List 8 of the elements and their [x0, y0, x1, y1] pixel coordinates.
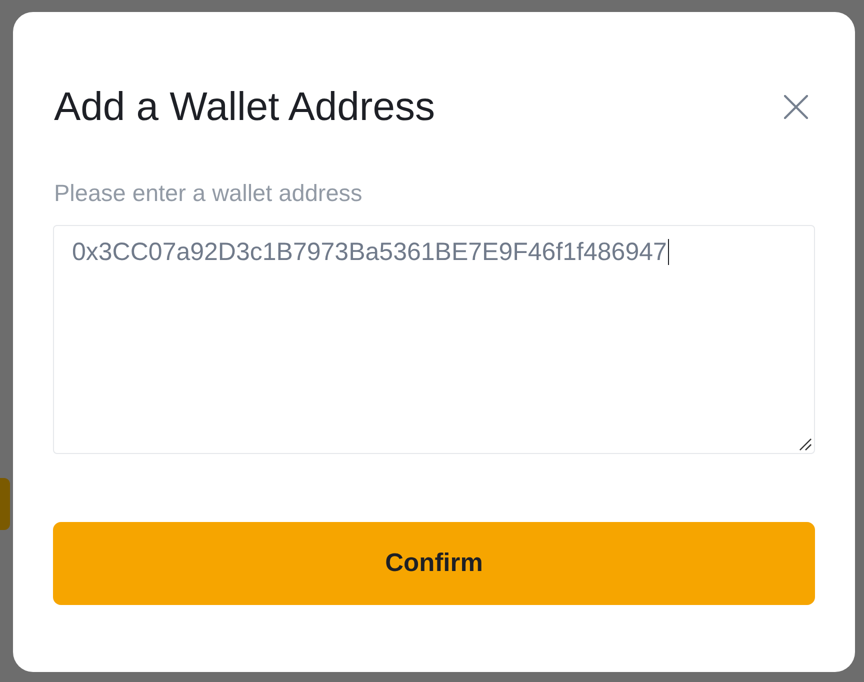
close-icon	[784, 95, 808, 119]
confirm-button[interactable]: Confirm	[53, 522, 815, 605]
field-label: Please enter a wallet address	[54, 179, 364, 207]
resize-grip-icon	[799, 438, 812, 451]
address-field[interactable]: 0x3CC07a92D3c1B7973Ba5361BE7E9F46f1f486947	[53, 225, 815, 454]
close-button[interactable]	[784, 95, 808, 119]
dialog-title: Add a Wallet Address	[54, 85, 435, 129]
text-cursor	[668, 239, 669, 265]
